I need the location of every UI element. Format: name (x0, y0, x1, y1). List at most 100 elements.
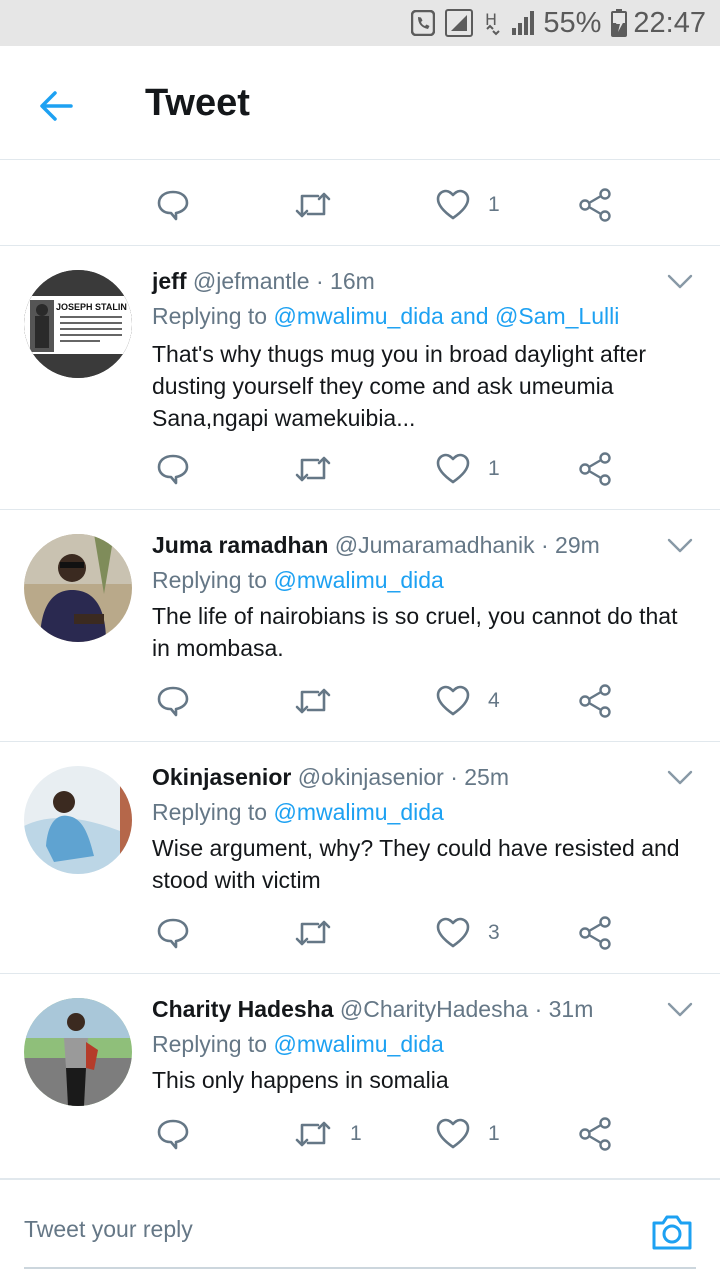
reply-tweet[interactable]: JOSEPH STALIN jeff @jefmantle · 16m Repl… (0, 246, 720, 508)
username[interactable]: @okinjasenior (298, 764, 444, 790)
reply-button[interactable] (156, 185, 190, 225)
username[interactable]: @jefmantle (193, 268, 310, 294)
retweet-count: 1 (350, 1122, 362, 1145)
reply-tweet[interactable]: Charity Hadesha @CharityHadesha · 31m Re… (0, 974, 720, 1174)
reply-input[interactable]: Tweet your reply (24, 1216, 193, 1243)
display-name[interactable]: jeff (152, 268, 187, 294)
retweet-icon (295, 192, 331, 218)
mention-link[interactable]: @mwalimu_dida (273, 567, 443, 593)
timestamp: 25m (464, 764, 510, 790)
chevron-down-icon[interactable] (666, 272, 694, 292)
share-icon (579, 188, 611, 222)
mention-link[interactable]: @mwalimu_dida (273, 1031, 443, 1057)
heart-icon (436, 685, 470, 716)
share-button[interactable] (578, 1114, 612, 1154)
replying-to-label: Replying to (152, 1031, 268, 1057)
tweet-text: The life of nairobians is so cruel, you … (152, 603, 678, 661)
reply-button[interactable] (156, 449, 190, 489)
battery-percent: 55% (543, 6, 602, 39)
tweet-header: jeff @jefmantle · 16m (152, 268, 375, 295)
chevron-down-icon[interactable] (666, 536, 694, 556)
share-button[interactable] (578, 449, 612, 489)
display-name[interactable]: Charity Hadesha (152, 996, 334, 1022)
like-count: 1 (488, 457, 500, 480)
reply-input-underline (24, 1267, 696, 1269)
reply-button[interactable] (156, 913, 190, 953)
tweet-actions: 1 (0, 449, 720, 489)
reply-button[interactable] (156, 1114, 190, 1154)
retweet-icon (295, 688, 331, 714)
share-icon (579, 684, 611, 718)
heart-icon (436, 917, 470, 948)
like-button[interactable]: 3 (436, 913, 500, 953)
retweet-button[interactable] (294, 681, 350, 721)
retweet-button[interactable] (294, 913, 350, 953)
original-tweet-actions: 1 (0, 185, 720, 225)
tweet-actions: 3 (0, 913, 720, 953)
chevron-down-icon[interactable] (666, 1000, 694, 1020)
timestamp: 16m (330, 268, 375, 294)
phone-call-icon (411, 10, 436, 36)
share-button[interactable] (578, 185, 612, 225)
share-icon (579, 916, 611, 950)
replying-to: Replying to @mwalimu_dida and @Sam_Lulli (152, 303, 619, 330)
tweet-header: Charity Hadesha @CharityHadesha · 31m (152, 996, 593, 1023)
timestamp: 29m (555, 532, 600, 558)
reply-tweet[interactable]: Okinjasenior @okinjasenior · 25m Replyin… (0, 742, 720, 972)
separator-dot: · (534, 996, 543, 1022)
display-name[interactable]: Juma ramadhan (152, 532, 328, 558)
share-icon (579, 1117, 611, 1151)
signal-bars-icon (511, 10, 537, 36)
replying-to: Replying to @mwalimu_dida (152, 799, 444, 826)
battery-charging-icon (611, 9, 628, 37)
heart-icon (436, 453, 470, 484)
tweet-text: Wise argument, why? They could have resi… (152, 835, 680, 893)
reply-icon (157, 1119, 189, 1150)
like-count: 4 (488, 689, 500, 712)
replying-to: Replying to @mwalimu_dida (152, 1031, 444, 1058)
reply-tweet[interactable]: Juma ramadhan @Jumaramadhanik · 29m Repl… (0, 510, 720, 740)
reply-icon (157, 454, 189, 485)
chevron-down-icon[interactable] (666, 768, 694, 788)
replying-to-label: Replying to (152, 567, 268, 593)
clock: 22:47 (633, 6, 706, 39)
camera-icon[interactable] (650, 1210, 694, 1254)
avatar[interactable] (24, 998, 132, 1106)
replying-to-label: Replying to (152, 799, 268, 825)
heart-icon (436, 189, 470, 220)
share-button[interactable] (578, 681, 612, 721)
like-button[interactable]: 4 (436, 681, 500, 721)
retweet-button[interactable] (294, 185, 332, 225)
reply-button[interactable] (156, 681, 190, 721)
retweet-icon (295, 920, 331, 946)
tweet-header: Juma ramadhan @Jumaramadhanik · 29m (152, 532, 600, 559)
replying-to: Replying to @mwalimu_dida (152, 567, 444, 594)
display-name[interactable]: Okinjasenior (152, 764, 291, 790)
like-button[interactable]: 1 (436, 185, 500, 225)
replying-to-label: Replying to (152, 303, 268, 329)
retweet-icon (295, 1121, 331, 1147)
share-icon (579, 452, 611, 486)
arrow-left-icon (40, 91, 73, 121)
back-button[interactable] (36, 86, 76, 126)
separator-dot: · (450, 764, 458, 790)
mention-link[interactable]: @mwalimu_dida and @Sam_Lulli (273, 303, 619, 329)
page-title: Tweet (145, 82, 250, 124)
username[interactable]: @Jumaramadhanik (335, 532, 535, 558)
mention-link[interactable]: @mwalimu_dida (273, 799, 443, 825)
timestamp: 31m (548, 996, 594, 1022)
like-button[interactable]: 1 (436, 449, 500, 489)
avatar-caption: JOSEPH STALIN (56, 302, 127, 312)
like-count: 1 (488, 193, 500, 216)
avatar[interactable]: JOSEPH STALIN (24, 270, 132, 378)
reply-icon (157, 686, 189, 717)
avatar[interactable] (24, 766, 132, 874)
like-button[interactable]: 1 (436, 1114, 500, 1154)
username[interactable]: @CharityHadesha (340, 996, 528, 1022)
retweet-button[interactable] (294, 449, 350, 489)
share-button[interactable] (578, 913, 612, 953)
reply-composer: Tweet your reply (0, 1178, 720, 1280)
avatar[interactable] (24, 534, 132, 642)
top-app-bar: Tweet (0, 46, 720, 160)
retweet-button[interactable]: 1 (294, 1114, 362, 1154)
